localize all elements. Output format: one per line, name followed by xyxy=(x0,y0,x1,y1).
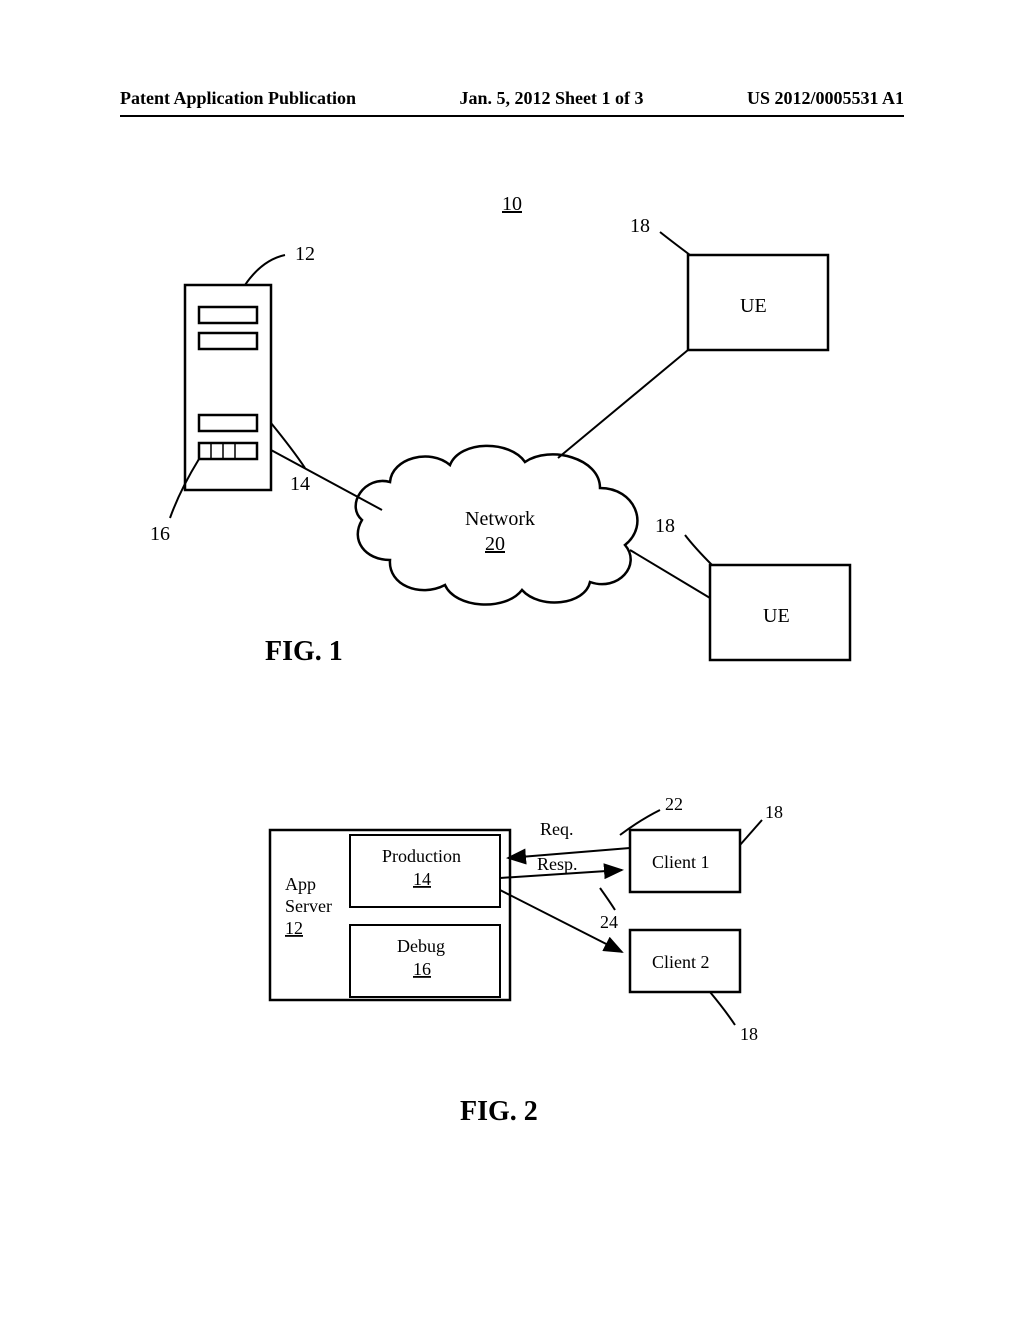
header-left: Patent Application Publication xyxy=(120,88,356,109)
figures-svg: 10 12 xyxy=(90,160,934,1220)
fig1-system-ref: 10 xyxy=(502,193,522,215)
client1-label: Client 1 xyxy=(652,852,710,872)
client2-ref: 18 xyxy=(740,1024,758,1044)
resp-ref: 24 xyxy=(600,912,618,932)
fig1-production-slot-ref: 14 xyxy=(290,473,310,495)
fig1-caption: FIG. 1 xyxy=(265,636,343,667)
ue-top: UE xyxy=(688,255,828,350)
ue-bottom: UE xyxy=(710,565,850,660)
client2-label: Client 2 xyxy=(652,952,710,972)
debug-ref: 16 xyxy=(413,959,431,979)
figure-area: 10 12 xyxy=(90,160,934,1220)
app-server-label-2: Server xyxy=(285,896,332,916)
fig1-ue-top-ref: 18 xyxy=(630,215,650,237)
req-ref: 22 xyxy=(665,794,683,814)
header-rule xyxy=(120,115,904,117)
client1-ref: 18 xyxy=(765,802,783,822)
app-server-ref: 12 xyxy=(285,918,303,938)
figure-2: App Server 12 Production 14 Debug 16 Cli… xyxy=(270,794,783,1127)
figure-1: 10 12 xyxy=(150,193,850,667)
page-header: Patent Application Publication Jan. 5, 2… xyxy=(120,88,904,109)
app-server-label-1: App xyxy=(285,874,316,894)
fig1-server-ref: 12 xyxy=(295,243,315,265)
fig1-debug-slot-ref: 16 xyxy=(150,523,170,545)
resp-label: Resp. xyxy=(537,854,578,874)
header-right: US 2012/0005531 A1 xyxy=(747,88,904,109)
debug-label: Debug xyxy=(397,936,445,956)
fig1-network-label: Network xyxy=(465,508,535,530)
fig2-caption: FIG. 2 xyxy=(460,1096,538,1127)
fig1-ue-top-label: UE xyxy=(740,295,767,317)
production-label: Production xyxy=(382,846,461,866)
page: Patent Application Publication Jan. 5, 2… xyxy=(0,0,1024,1320)
fig1-network-ref: 20 xyxy=(485,533,505,555)
network-cloud: Network 20 xyxy=(356,446,638,605)
req-label: Req. xyxy=(540,819,574,839)
fig1-ue-bottom-ref: 18 xyxy=(655,515,675,537)
header-center: Jan. 5, 2012 Sheet 1 of 3 xyxy=(460,88,644,109)
production-ref: 14 xyxy=(413,869,431,889)
fig1-ue-bottom-label: UE xyxy=(763,605,790,627)
